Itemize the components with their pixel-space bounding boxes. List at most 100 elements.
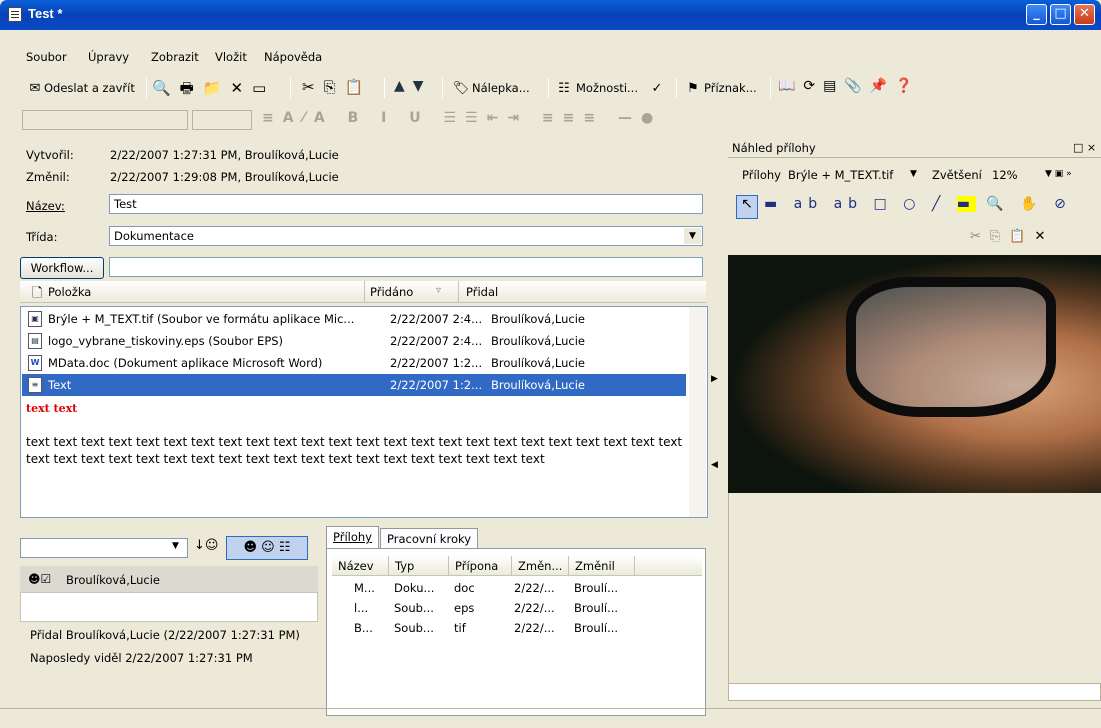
toolbar-separator	[290, 78, 291, 98]
toolbar-icons-right[interactable]: 📖⟳▤📎📌❓	[778, 78, 921, 94]
check-icon[interactable]: ✓	[648, 80, 666, 98]
column-by[interactable]: Přidal	[466, 285, 498, 299]
attachments-list: M... Doku... doc 2/22/... Broulí... l... Soub…	[354, 578, 618, 638]
flag-icon[interactable]: ⚑	[684, 80, 702, 98]
list-header	[20, 281, 706, 303]
tab-attachments[interactable]: Přílohy	[326, 526, 379, 548]
last-seen: Naposledy viděl 2/22/2007 1:27:31 PM	[30, 651, 253, 665]
label-icon[interactable]: 🏷	[452, 80, 470, 98]
att-ext: doc	[454, 581, 475, 595]
column-item[interactable]: Položka	[48, 285, 91, 299]
att-type: Soub...	[394, 601, 434, 615]
att-ext: eps	[454, 601, 475, 615]
attachments-header: Název Typ Přípona Změn... Změnil	[332, 556, 702, 576]
window-title: Test *	[28, 6, 63, 21]
options-icon[interactable]: ☷	[555, 80, 573, 98]
list-item[interactable]: ▤ logo_vybrane_tiskoviny.eps (Soubor EPS)…	[22, 330, 686, 352]
item-name: Text	[48, 378, 72, 392]
tab-workflow-steps[interactable]: Pracovní kroky	[380, 528, 479, 550]
menu-vlozit[interactable]: Vložit	[215, 50, 247, 64]
item-by: Broulíková,Lucie	[491, 312, 585, 326]
preview-image	[728, 255, 1101, 493]
class-select[interactable]: Dokumentace	[109, 226, 703, 246]
att-name: l...	[354, 601, 369, 615]
splitter-left-arrow[interactable]: ◀	[711, 460, 718, 470]
scrollbar[interactable]	[689, 307, 706, 517]
toolbar-separator	[548, 78, 549, 98]
close-button[interactable]: ✕	[1074, 4, 1095, 25]
red-text: text text	[26, 402, 78, 415]
att-col-type[interactable]: Typ	[389, 556, 449, 575]
format-toolbar-icons[interactable]: ≡A⁄A B I U ☰☰⇤⇥ ≡≡≡ —●	[262, 110, 662, 126]
column-divider	[364, 281, 365, 303]
list-item-selected[interactable]: ≡ Text 2/22/2007 1:2... Broulíková,Lucie	[22, 374, 686, 396]
modified-label: Změnil:	[26, 170, 70, 184]
menu-upravy[interactable]: Úpravy	[88, 50, 129, 64]
att-date: 2/22/...	[514, 601, 555, 615]
workflow-field[interactable]	[109, 257, 703, 277]
body-text: text text text text text text text text …	[26, 435, 683, 466]
att-col-by[interactable]: Změnil	[569, 556, 635, 575]
maximize-button[interactable]: □	[1050, 4, 1071, 25]
attachment-row[interactable]: M... Doku... doc 2/22/... Broulí...	[354, 578, 618, 598]
list-item[interactable]: W MData.doc (Dokument aplikace Microsoft …	[22, 352, 686, 374]
splitter-right-arrow[interactable]: ▶	[711, 374, 718, 384]
tif-file-icon: ▣	[28, 311, 42, 327]
workflow-button[interactable]: Workflow...	[20, 257, 104, 279]
item-name: MData.doc (Dokument aplikace Microsoft W…	[48, 356, 323, 370]
flag-button[interactable]: Příznak...	[704, 81, 757, 95]
item-by: Broulíková,Lucie	[491, 356, 585, 370]
send-icon[interactable]: ✉	[26, 80, 44, 98]
label-button[interactable]: Nálepka...	[472, 81, 530, 95]
user-row[interactable]	[20, 566, 318, 592]
item-name: logo_vybrane_tiskoviny.eps (Soubor EPS)	[48, 334, 284, 348]
arrow-up-down-icons[interactable]: ▲▼	[394, 78, 432, 94]
annotation-tool-icons[interactable]: ▬ ab ab □ ○ ╱ ▬ 🔍 ✋ ⊘	[764, 196, 1072, 212]
name-field[interactable]: Test	[109, 194, 703, 214]
att-col-date[interactable]: Změn...	[512, 556, 569, 575]
chevron-down-icon[interactable]: ▼ ▣ »	[1045, 169, 1072, 179]
user-view-buttons[interactable]: ☻ ☺ ☷	[226, 536, 308, 560]
user-list-blank	[20, 592, 318, 622]
item-added: 2/22/2007 1:2...	[390, 356, 483, 370]
att-col-name[interactable]: Název	[332, 556, 389, 575]
column-divider	[458, 281, 459, 303]
minimize-button[interactable]: _	[1026, 4, 1047, 25]
modified-value: 2/22/2007 1:29:08 PM, Broulíková,Lucie	[110, 170, 339, 184]
dock-icon[interactable]: □ ×	[1073, 141, 1096, 154]
toolbar-separator	[770, 78, 771, 98]
menu-soubor[interactable]: Soubor	[26, 50, 67, 64]
edit-icons[interactable]: ✂⎘📋✕	[970, 229, 1054, 244]
menu-zobrazit[interactable]: Zobrazit	[151, 50, 199, 64]
attachment-row[interactable]: B... Soub... tif 2/22/... Broulí...	[354, 618, 618, 638]
add-user-icon[interactable]: ↓☺	[194, 538, 218, 553]
title-bar[interactable]	[0, 0, 1101, 30]
menu-napoveda[interactable]: Nápověda	[264, 50, 322, 64]
toolbar-icons-left[interactable]: 🔍🖶📁✕▭	[152, 78, 275, 103]
column-added[interactable]: Přidáno	[370, 285, 413, 299]
list-item[interactable]: ▣ Brýle + M_TEXT.tif (Soubor ve formátu a…	[22, 308, 686, 330]
font-combo[interactable]	[22, 110, 188, 130]
att-name: M...	[354, 581, 375, 595]
att-type: Soub...	[394, 621, 434, 635]
toolbar-clipboard-icons[interactable]: ✂⎘📋	[302, 78, 372, 96]
pointer-icon[interactable]: ↖	[736, 195, 758, 219]
chevron-down-icon[interactable]: ▼	[684, 228, 701, 244]
user-check-icon: ☻☑	[28, 572, 52, 586]
preview-scrollbar[interactable]	[728, 683, 1101, 701]
att-date: 2/22/...	[514, 621, 555, 635]
items-list: ▣ Brýle + M_TEXT.tif (Soubor ve formátu a…	[22, 308, 686, 396]
user-select[interactable]	[20, 538, 188, 558]
attachment-row[interactable]: l... Soub... eps 2/22/... Broulí...	[354, 598, 618, 618]
chevron-down-icon[interactable]: ▼	[910, 169, 917, 179]
send-close-button[interactable]: Odeslat a zavřít	[44, 81, 135, 95]
chevron-down-icon[interactable]: ▼	[172, 541, 179, 551]
class-label: Třída:	[26, 230, 58, 244]
zoom-select[interactable]: 12%	[992, 168, 1018, 182]
font-size-combo[interactable]	[192, 110, 252, 130]
preview-attachment-select[interactable]: Brýle + M_TEXT.tif	[788, 168, 893, 182]
options-button[interactable]: Možnosti...	[576, 81, 638, 95]
att-by: Broulí...	[574, 581, 619, 595]
eps-file-icon: ▤	[28, 333, 42, 349]
att-col-ext[interactable]: Přípona	[449, 556, 512, 575]
